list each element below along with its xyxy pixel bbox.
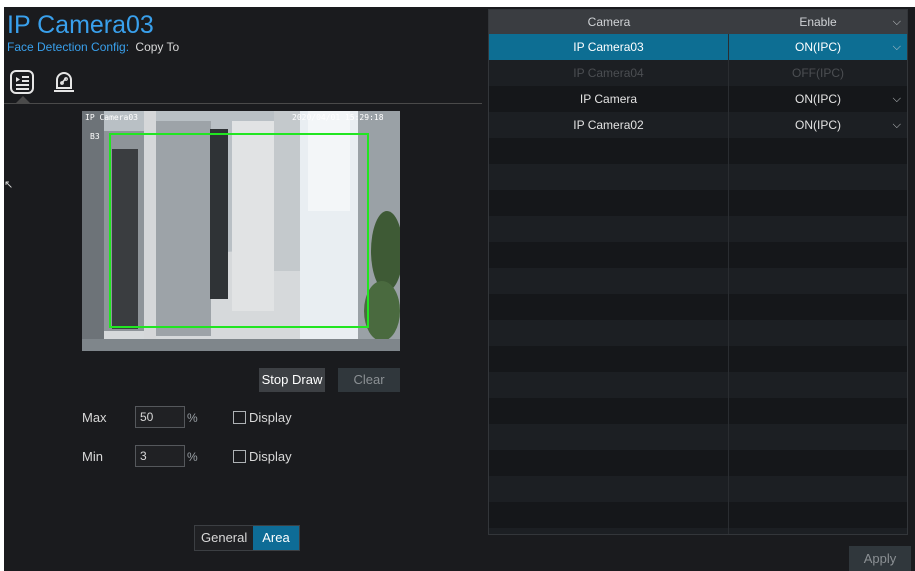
apply-button[interactable]: Apply <box>849 546 911 571</box>
enable-select[interactable]: ON(IPC) ⌵ <box>729 86 907 112</box>
page-title: IP Camera03 <box>7 11 154 39</box>
stop-draw-button[interactable]: Stop Draw <box>259 368 325 392</box>
enable-select: OFF(IPC) <box>729 60 907 86</box>
enable-column-label: Enable <box>799 15 837 29</box>
empty-row <box>489 346 907 372</box>
empty-row <box>489 190 907 216</box>
enable-value: ON(IPC) <box>795 118 841 132</box>
camera-name-cell: IP Camera04 <box>489 60 729 86</box>
enable-value: ON(IPC) <box>795 92 841 106</box>
camera-name-cell: IP Camera02 <box>489 112 729 138</box>
chevron-down-icon: ⌵ <box>892 93 901 105</box>
copy-to-link[interactable]: Copy To <box>135 40 179 54</box>
empty-row <box>489 242 907 268</box>
camera-table-body: IP Camera03 ON(IPC) ⌵ IP Camera04 OFF(IPC… <box>489 34 907 534</box>
enable-column-header[interactable]: Enable ⌵ <box>729 10 907 34</box>
face-detection-config-screen: ↖ IP Camera03 Face Detection Config: Cop… <box>4 7 915 571</box>
enable-value: ON(IPC) <box>795 40 841 54</box>
min-unit: % <box>187 450 198 464</box>
list-settings-icon <box>10 70 34 94</box>
max-unit: % <box>187 411 198 425</box>
empty-row <box>489 398 907 424</box>
enable-select[interactable]: ON(IPC) ⌵ <box>729 34 907 60</box>
empty-row <box>489 502 907 528</box>
mouse-cursor-icon: ↖ <box>4 179 14 191</box>
tab-general[interactable]: General <box>195 526 253 550</box>
empty-row <box>489 372 907 398</box>
max-label: Max <box>82 410 107 425</box>
empty-row <box>489 216 907 242</box>
chevron-down-icon: ⌵ <box>892 119 901 131</box>
tab-area[interactable]: Area <box>253 526 299 550</box>
min-display-label: Display <box>249 449 292 464</box>
tab-alarm-settings[interactable] <box>50 67 78 97</box>
max-display-checkbox[interactable] <box>233 411 246 424</box>
empty-row <box>489 450 907 476</box>
active-tab-indicator <box>16 96 30 103</box>
osd-timestamp: 2020/04/01 15:29:18 <box>292 113 384 122</box>
empty-row <box>489 164 907 190</box>
breadcrumb: Face Detection Config: Copy To <box>7 40 179 54</box>
camera-name-cell: IP Camera03 <box>489 34 729 60</box>
table-row[interactable]: IP Camera ON(IPC) ⌵ <box>489 86 907 112</box>
tab-divider <box>4 103 482 104</box>
tab-detection-settings[interactable] <box>8 67 36 97</box>
table-row: IP Camera04 OFF(IPC) <box>489 60 907 86</box>
table-row[interactable]: IP Camera02 ON(IPC) ⌵ <box>489 112 907 138</box>
empty-row <box>489 320 907 346</box>
chevron-down-icon: ⌵ <box>892 41 901 53</box>
detection-area-box[interactable] <box>109 133 369 328</box>
empty-row <box>489 268 907 294</box>
empty-row <box>489 424 907 450</box>
table-row[interactable]: IP Camera03 ON(IPC) ⌵ <box>489 34 907 60</box>
enable-select[interactable]: ON(IPC) ⌵ <box>729 112 907 138</box>
camera-preview[interactable]: IP Camera03 2020/04/01 15:29:18 B3 <box>82 111 400 351</box>
alarm-light-icon <box>54 72 74 92</box>
mode-tabs: General Area <box>194 525 300 551</box>
empty-row <box>489 138 907 164</box>
min-label: Min <box>82 449 103 464</box>
empty-row <box>489 476 907 502</box>
clear-button[interactable]: Clear <box>338 368 400 392</box>
min-display-checkbox[interactable] <box>233 450 246 463</box>
chevron-down-icon: ⌵ <box>892 16 901 28</box>
max-display-label: Display <box>249 410 292 425</box>
min-size-input[interactable] <box>135 445 185 467</box>
osd-channel-label: B3 <box>90 132 100 141</box>
empty-row <box>489 294 907 320</box>
empty-row <box>489 528 907 534</box>
subtitle-prefix: Face Detection Config: <box>7 40 130 54</box>
enable-value: OFF(IPC) <box>792 66 844 80</box>
osd-camera-name: IP Camera03 <box>85 113 138 122</box>
camera-name-cell: IP Camera <box>489 86 729 112</box>
max-size-input[interactable] <box>135 406 185 428</box>
camera-list-panel: Camera Enable ⌵ IP Camera03 ON(IPC) ⌵ IP … <box>488 9 908 535</box>
table-header: Camera Enable ⌵ <box>489 10 907 34</box>
camera-column-header: Camera <box>587 15 631 29</box>
